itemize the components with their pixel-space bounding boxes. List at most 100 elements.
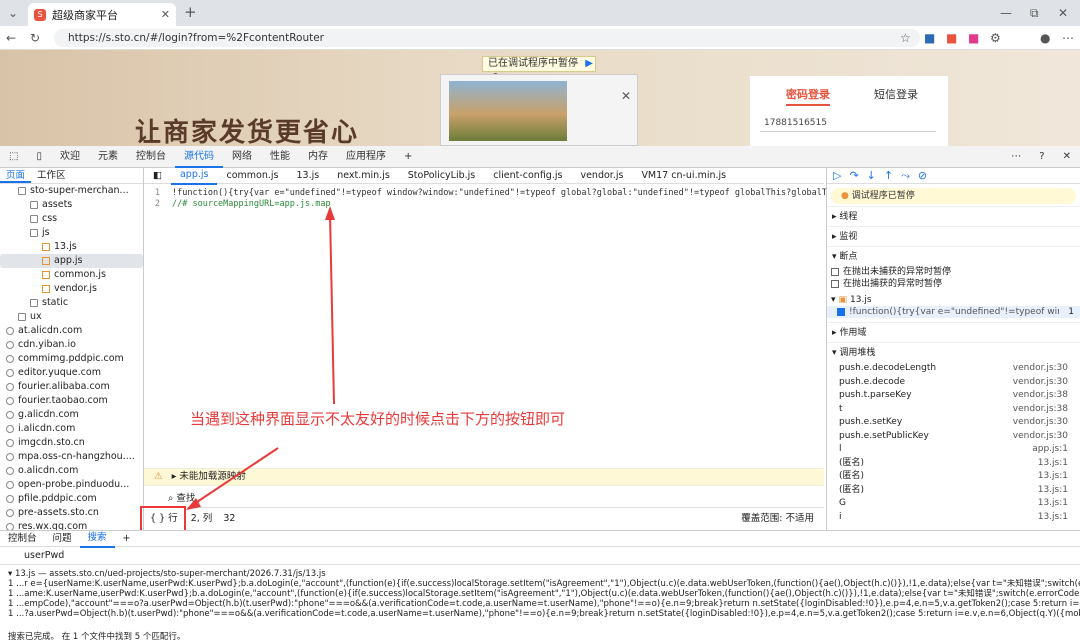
tree-item[interactable]: app.js xyxy=(0,254,143,268)
section-scope[interactable]: ▸ 作用域 xyxy=(827,322,1080,342)
captcha-image xyxy=(449,81,567,141)
close-devtools-icon[interactable]: ✕ xyxy=(1054,146,1080,168)
tree-item[interactable]: g.alicdn.com xyxy=(0,408,143,422)
breakpoint-file[interactable]: ▾ ▣ 13.js xyxy=(827,294,1080,306)
call-frame[interactable]: (匿名) 13.js:1 xyxy=(827,457,1080,471)
pause-caught-checkbox[interactable]: 在抛出捕获的异常时暂停 xyxy=(827,278,1080,290)
result-text: ...r e={userName:K.userName,userPwd:K.us… xyxy=(16,579,1080,589)
tab-elements[interactable]: 元素 xyxy=(89,146,127,168)
section-scope-label: 作用域 xyxy=(839,328,867,338)
tree-item[interactable]: ux xyxy=(0,310,143,324)
debugger-controls[interactable]: ▷↷↓↑⤳⊘ xyxy=(827,168,1080,184)
close-captcha-icon[interactable]: ✕ xyxy=(621,89,631,103)
section-watch[interactable]: ▸ 监视 xyxy=(827,226,1080,246)
back-icon[interactable]: ← xyxy=(6,31,16,45)
section-threads[interactable]: ▸ 线程 xyxy=(827,206,1080,226)
more-menu-icon[interactable]: ⋯ xyxy=(1062,31,1074,45)
nav-tab-workspace[interactable]: 工作区 xyxy=(31,168,72,183)
tree-item[interactable]: assets xyxy=(0,198,143,212)
call-frame[interactable]: push.e.decodeLength vendor.js:30 xyxy=(827,362,1080,376)
tab-list-icon[interactable]: ⌄ xyxy=(8,6,18,20)
section-breakpoints[interactable]: ▾ 断点 xyxy=(827,246,1080,266)
url-field[interactable]: https://s.sto.cn/#/login?from=%2Fcontent… xyxy=(54,29,920,47)
breakpoint-item[interactable]: !function(){try{var e="undefined"!=typeo… xyxy=(827,306,1080,318)
extensions-icon[interactable]: ⚙ xyxy=(990,31,1001,45)
tree-item[interactable]: o.alicdn.com xyxy=(0,464,143,478)
tree-item[interactable]: open-probe.pinduodu... xyxy=(0,478,143,492)
call-frame[interactable]: push.e.setPublicKey vendor.js:30 xyxy=(827,430,1080,444)
tree-item[interactable]: vendor.js xyxy=(0,282,143,296)
drawer-tabs: 控制台 问题 搜索 + xyxy=(0,530,1080,548)
call-frame[interactable]: G 13.js:1 xyxy=(827,497,1080,511)
tab-network[interactable]: 网络 xyxy=(223,146,261,168)
tree-item[interactable]: common.js xyxy=(0,268,143,282)
tree-item[interactable]: fourier.taobao.com xyxy=(0,394,143,408)
tree-item[interactable]: static xyxy=(0,296,143,310)
extension-pink-icon[interactable]: ■ xyxy=(968,31,979,45)
tree-item[interactable]: res.wx.qq.com xyxy=(0,520,143,530)
tree-item[interactable]: fourier.alibaba.com xyxy=(0,380,143,394)
browser-tab[interactable]: S 超级商家平台 ✕ xyxy=(28,3,176,26)
search-input[interactable]: userPwd xyxy=(0,547,1080,565)
call-frame[interactable]: push.e.setKey vendor.js:30 xyxy=(827,416,1080,430)
checkbox-checked-icon[interactable] xyxy=(837,308,845,316)
tree-item[interactable]: imgcdn.sto.cn xyxy=(0,436,143,450)
profile-avatar[interactable]: ● xyxy=(1040,31,1050,45)
section-callstack[interactable]: ▾ 调用堆栈 xyxy=(827,342,1080,362)
tree-item[interactable]: cdn.yiban.io xyxy=(0,338,143,352)
tab-sources[interactable]: 源代码 xyxy=(174,146,223,168)
call-frame[interactable]: push.e.decode vendor.js:30 xyxy=(827,376,1080,390)
call-frame[interactable]: t vendor.js:38 xyxy=(827,403,1080,417)
pause-uncaught-checkbox[interactable]: 在抛出未捕获的异常时暂停 xyxy=(827,266,1080,278)
extension-b-icon[interactable]: ■ xyxy=(946,31,957,45)
tree-item[interactable]: i.alicdn.com xyxy=(0,422,143,436)
phone-input[interactable]: 17881516515 xyxy=(760,114,936,132)
close-window-icon[interactable]: ✕ xyxy=(1058,6,1068,20)
tab-memory[interactable]: 内存 xyxy=(299,146,337,168)
tree-item[interactable]: 13.js xyxy=(0,240,143,254)
call-frame[interactable]: l app.js:1 xyxy=(827,443,1080,457)
tree-item[interactable]: css xyxy=(0,212,143,226)
restore-icon[interactable]: ⧉ xyxy=(1030,6,1039,20)
favorite-star-icon[interactable]: ☆ xyxy=(900,31,911,45)
drawer-tab-search[interactable]: 搜索 xyxy=(79,530,115,548)
search-result-line[interactable]: 1 ...r e={userName:K.userName,userPwd:K.… xyxy=(0,579,1080,589)
tab-password-login[interactable]: 密码登录 xyxy=(786,86,830,106)
resume-icon[interactable]: ▶ xyxy=(585,58,593,69)
help-icon[interactable]: ? xyxy=(1030,146,1053,168)
tab-welcome[interactable]: 欢迎 xyxy=(51,146,89,168)
drawer-tab-issues[interactable]: 问题 xyxy=(45,531,80,547)
inspect-element-icon[interactable]: ⬚ xyxy=(0,146,27,168)
tree-item[interactable]: editor.yuque.com xyxy=(0,366,143,380)
device-toolbar-icon[interactable]: ▯ xyxy=(27,146,51,168)
tab-performance[interactable]: 性能 xyxy=(261,146,299,168)
call-frame[interactable]: (匿名) 13.js:1 xyxy=(827,470,1080,484)
tab-application[interactable]: 应用程序 xyxy=(337,146,395,168)
tree-item[interactable]: at.alicdn.com xyxy=(0,324,143,338)
reload-icon[interactable]: ↻ xyxy=(30,31,40,45)
close-tab-icon[interactable]: ✕ xyxy=(161,8,170,21)
call-frame[interactable]: (匿名) 13.js:1 xyxy=(827,484,1080,498)
tree-item[interactable]: js xyxy=(0,226,143,240)
devtools-menu-icon[interactable]: ⋯ xyxy=(1002,146,1030,168)
tree-item[interactable]: mpa.oss-cn-hangzhou.... xyxy=(0,450,143,464)
call-frame[interactable]: i 13.js:1 xyxy=(827,511,1080,525)
tab-sms-login[interactable]: 短信登录 xyxy=(874,86,918,102)
tree-item[interactable]: pre-assets.sto.cn xyxy=(0,506,143,520)
tree-item[interactable]: sto-super-merchan... xyxy=(0,184,143,198)
minimize-icon[interactable]: — xyxy=(1000,6,1012,20)
tree-item[interactable]: commimg.pddpic.com xyxy=(0,352,143,366)
search-result-line[interactable]: 1 ...?a.userPwd=Object(h.b)(t.userPwd):"… xyxy=(0,609,1080,619)
result-file-header[interactable]: ▾ 13.js — assets.sto.cn/ued-projects/sto… xyxy=(0,569,1080,579)
new-tab-icon[interactable]: + xyxy=(184,5,197,20)
nav-tab-page[interactable]: 页面 xyxy=(0,168,32,183)
add-drawer-tab-icon[interactable]: + xyxy=(115,531,139,547)
more-panels-icon[interactable]: + xyxy=(395,146,421,168)
search-result-line[interactable]: 1 ...empCode),"account"===o?a.userPwd=Ob… xyxy=(0,599,1080,609)
search-result-line[interactable]: 1 ...ame:K.userName,userPwd:K.userPwd};b… xyxy=(0,589,1080,599)
tree-item[interactable]: pfile.pddpic.com xyxy=(0,492,143,506)
drawer-tab-console[interactable]: 控制台 xyxy=(0,531,45,547)
extension-m-icon[interactable]: ■ xyxy=(924,31,935,45)
call-frame[interactable]: push.t.parseKey vendor.js:38 xyxy=(827,389,1080,403)
tab-console[interactable]: 控制台 xyxy=(127,146,175,168)
